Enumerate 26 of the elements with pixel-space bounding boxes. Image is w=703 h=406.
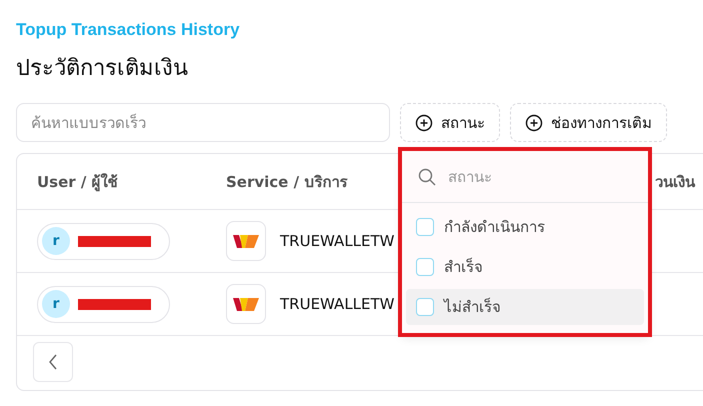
status-option[interactable]: กำลังดำเนินการ [406, 209, 644, 245]
column-header: User / ผู้ใช้ [37, 172, 118, 190]
status-option[interactable]: สำเร็จ [406, 249, 644, 285]
page-title: ประวัติการเติมเงิน [16, 55, 188, 83]
column-header: Service / บริการ [226, 172, 348, 190]
filter-button[interactable]: สถานะ [400, 103, 500, 142]
status-option[interactable]: ไม่สำเร็จ [406, 289, 644, 325]
page-subtitle: Topup Transactions History [16, 20, 240, 40]
status-search-field[interactable]: สถานะ [446, 166, 630, 186]
search-field[interactable]: ค้นหาแบบรวดเร็ว [16, 103, 390, 142]
wallet-logo-icon [226, 284, 266, 324]
checkbox[interactable] [416, 218, 434, 236]
chevron-left-icon [48, 354, 58, 370]
service-name: TRUEWALLETW [280, 295, 394, 313]
checkbox[interactable] [416, 258, 434, 276]
plus-circle-icon [525, 114, 543, 132]
wallet-logo-icon [226, 221, 266, 261]
search-icon [418, 168, 436, 186]
filter-button[interactable]: ช่องทางการเติม [510, 103, 667, 142]
plus-circle-icon [415, 114, 433, 132]
column-header: วนเงิน [655, 172, 695, 190]
previous-page-button[interactable] [33, 342, 73, 382]
service-name: TRUEWALLETW [280, 232, 394, 250]
user-avatar: r [42, 227, 70, 255]
checkbox[interactable] [416, 298, 434, 316]
user-avatar: r [42, 290, 70, 318]
